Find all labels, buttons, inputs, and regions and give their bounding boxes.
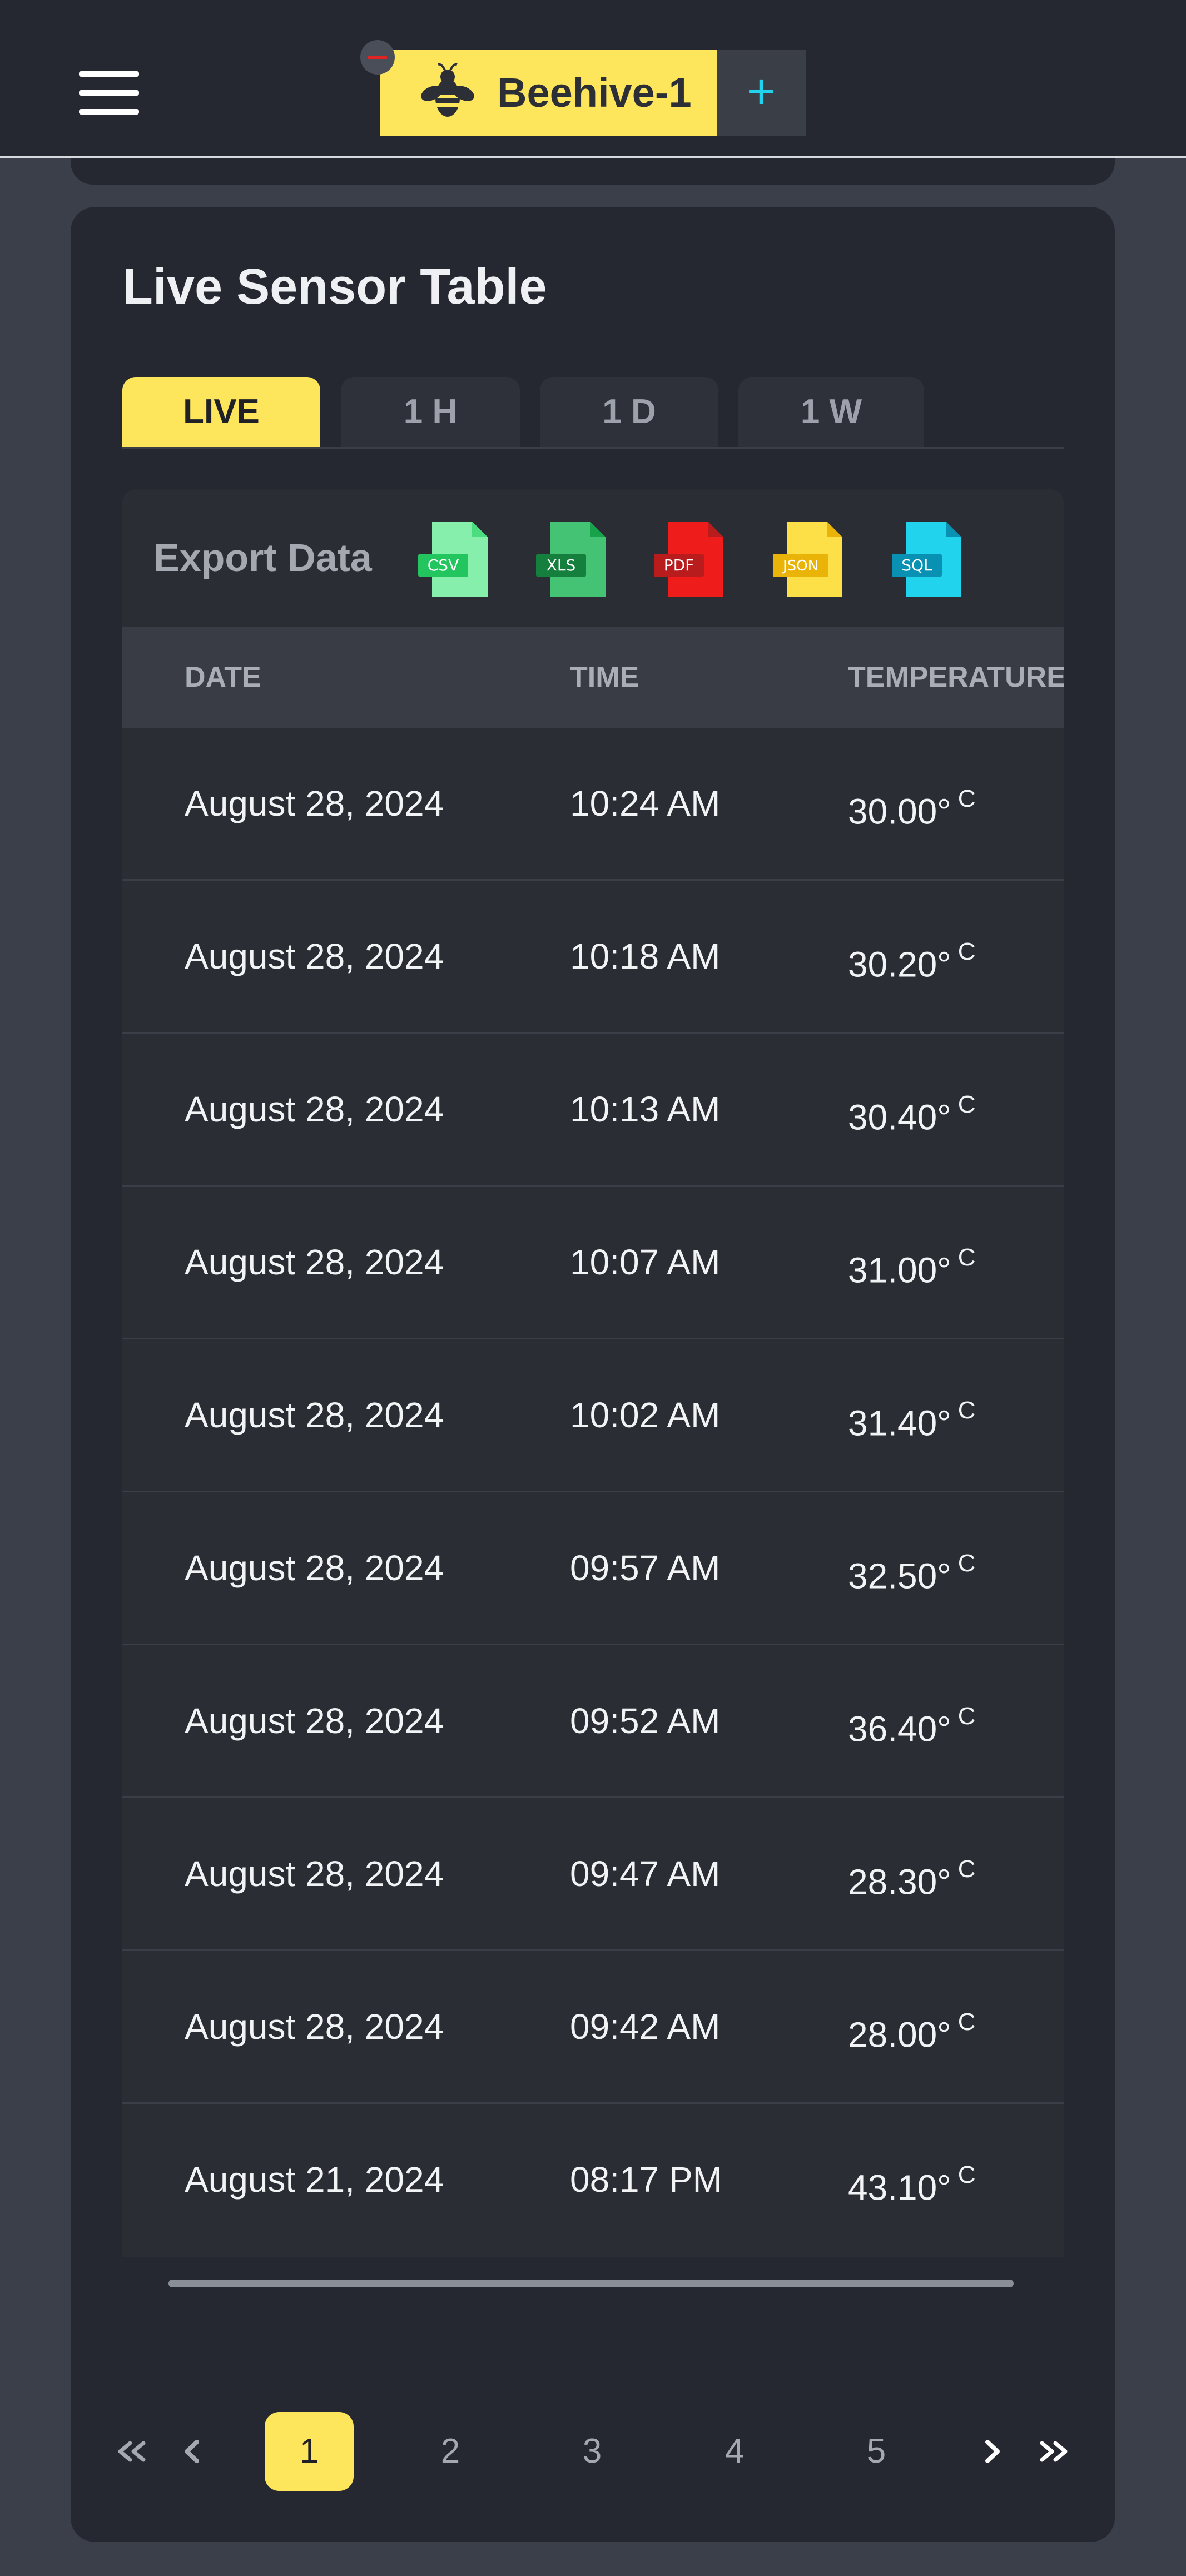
date-cell: August 28, 2024	[185, 1395, 444, 1435]
time-cell: 10:18 AM	[570, 936, 721, 976]
hive-tab-beehive-1[interactable]: Beehive-1	[380, 50, 717, 136]
time-cell: 09:42 AM	[570, 2007, 721, 2047]
remove-hive-button[interactable]	[360, 40, 395, 75]
temperature-cell: 31.00° C	[848, 1244, 976, 1291]
sql-icon-label: SQL	[901, 556, 932, 574]
time-cell: 09:57 AM	[570, 1548, 721, 1588]
table-row[interactable]: August 28, 2024 09:57 AM 32.50° C	[122, 1492, 1064, 1645]
temperature-cell: 30.00° C	[848, 785, 976, 832]
temperature-cell: 30.40° C	[848, 1091, 976, 1138]
sensor-table[interactable]: Export Data CSV XLS PDF JSON SQL DATE TI…	[122, 489, 1064, 2257]
temperature-cell: 43.10° C	[848, 2161, 976, 2208]
card-title: Live Sensor Table	[122, 259, 547, 315]
tab-1h[interactable]: 1 H	[341, 377, 520, 447]
tabs-divider	[122, 447, 1064, 449]
column-header-date[interactable]: DATE	[185, 627, 261, 728]
horizontal-scrollbar[interactable]	[168, 2280, 1014, 2287]
page-button-4[interactable]: 4	[690, 2412, 779, 2491]
table-row[interactable]: August 28, 2024 10:18 AM 30.20° C	[122, 881, 1064, 1034]
export-bar: Export Data CSV XLS PDF JSON SQL	[122, 489, 1064, 627]
pdf-icon-label: PDF	[664, 556, 694, 574]
table-header: DATE TIME TEMPERATURE	[122, 627, 1064, 728]
date-cell: August 28, 2024	[185, 1701, 444, 1741]
table-row[interactable]: August 28, 2024 10:13 AM 30.40° C	[122, 1034, 1064, 1187]
export-label: Export Data	[153, 536, 372, 579]
date-cell: August 28, 2024	[185, 936, 444, 976]
json-icon-label: JSON	[782, 558, 818, 574]
page-button-5[interactable]: 5	[832, 2412, 921, 2491]
tab-live[interactable]: LIVE	[122, 377, 320, 447]
temperature-cell: 31.40° C	[848, 1397, 976, 1443]
top-bar: Beehive-1 +	[0, 0, 1186, 158]
table-row[interactable]: August 28, 2024 10:02 AM 31.40° C	[122, 1339, 1064, 1492]
time-cell: 10:13 AM	[570, 1089, 721, 1129]
page-button-3[interactable]: 3	[548, 2412, 637, 2491]
table-row[interactable]: August 28, 2024 10:07 AM 31.00° C	[122, 1187, 1064, 1339]
table-body: August 28, 2024 10:24 AM 30.00° C August …	[122, 728, 1064, 2257]
first-page-icon[interactable]	[111, 2412, 150, 2491]
time-cell: 08:17 PM	[570, 2160, 722, 2200]
table-row[interactable]: August 28, 2024 09:47 AM 28.30° C	[122, 1798, 1064, 1951]
bee-icon	[421, 63, 474, 117]
time-cell: 09:52 AM	[570, 1701, 721, 1741]
last-page-icon[interactable]	[1035, 2412, 1074, 2491]
xls-icon-label: XLS	[547, 556, 576, 574]
previous-card-edge	[71, 158, 1115, 185]
csv-icon-label: CSV	[428, 556, 459, 574]
temperature-cell: 30.20° C	[848, 938, 976, 985]
date-cell: August 28, 2024	[185, 2007, 444, 2047]
page-button-1[interactable]: 1	[265, 2412, 354, 2491]
add-hive-button[interactable]: +	[717, 50, 806, 136]
csv-export-icon[interactable]: CSV	[413, 519, 496, 599]
date-cell: August 28, 2024	[185, 1089, 444, 1129]
tab-1d[interactable]: 1 D	[540, 377, 718, 447]
table-row[interactable]: August 28, 2024 09:52 AM 36.40° C	[122, 1645, 1064, 1798]
table-row[interactable]: August 21, 2024 08:17 PM 43.10° C	[122, 2104, 1064, 2257]
temperature-cell: 28.30° C	[848, 1855, 976, 1902]
temperature-cell: 36.40° C	[848, 1703, 976, 1749]
column-header-temperature[interactable]: TEMPERATURE	[848, 627, 1064, 728]
time-cell: 10:07 AM	[570, 1242, 721, 1282]
time-cell: 10:24 AM	[570, 783, 721, 823]
tab-1w[interactable]: 1 W	[738, 377, 924, 447]
json-export-icon[interactable]: JSON	[767, 519, 851, 599]
column-header-time[interactable]: TIME	[570, 627, 639, 728]
table-row[interactable]: August 28, 2024 10:24 AM 30.00° C	[122, 728, 1064, 881]
xls-export-icon[interactable]: XLS	[530, 519, 614, 599]
page-button-2[interactable]: 2	[406, 2412, 495, 2491]
temperature-cell: 28.00° C	[848, 2008, 976, 2055]
hive-name: Beehive-1	[497, 70, 692, 116]
temperature-cell: 32.50° C	[848, 1550, 976, 1596]
previous-page-icon[interactable]	[177, 2412, 208, 2491]
table-row[interactable]: August 28, 2024 09:42 AM 28.00° C	[122, 1951, 1064, 2104]
pdf-export-icon[interactable]: PDF	[648, 519, 732, 599]
date-cell: August 28, 2024	[185, 1854, 444, 1894]
sql-export-icon[interactable]: SQL	[886, 519, 970, 599]
time-cell: 09:47 AM	[570, 1854, 721, 1894]
time-cell: 10:02 AM	[570, 1395, 721, 1435]
menu-icon[interactable]	[79, 71, 139, 115]
date-cell: August 21, 2024	[185, 2160, 444, 2200]
date-cell: August 28, 2024	[185, 1242, 444, 1282]
next-page-icon[interactable]	[976, 2412, 1008, 2491]
date-cell: August 28, 2024	[185, 783, 444, 823]
date-cell: August 28, 2024	[185, 1548, 444, 1588]
